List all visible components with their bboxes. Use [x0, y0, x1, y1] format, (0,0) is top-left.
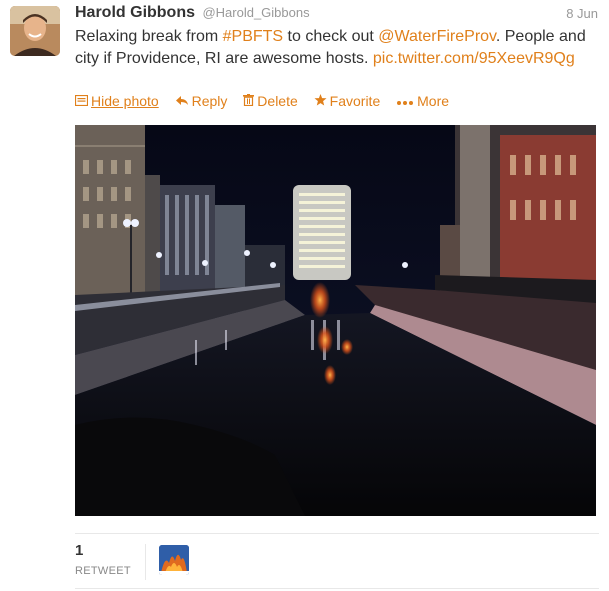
avatar-photo: [10, 6, 60, 56]
tweet-photo[interactable]: [75, 125, 596, 516]
author-username[interactable]: @Harold_Gibbons: [202, 5, 309, 20]
reply-button[interactable]: Reply: [175, 93, 228, 109]
delete-label: Delete: [257, 93, 298, 109]
favorite-button[interactable]: Favorite: [314, 93, 381, 109]
tweet-header: Harold Gibbons @Harold_Gibbons 8 Jun: [75, 4, 600, 26]
stats-separator: [145, 544, 146, 580]
hashtag-link[interactable]: #PBFTS: [223, 28, 283, 45]
reply-label: Reply: [191, 93, 228, 109]
canal-night-photo: [75, 125, 596, 516]
tweet-text-part: Relaxing break from: [75, 28, 223, 45]
mention-link[interactable]: @WaterFireProv: [378, 28, 496, 45]
more-label: More: [417, 93, 450, 109]
photo-icon: [74, 94, 89, 109]
tweet: Harold Gibbons @Harold_Gibbons 8 Jun Rel…: [0, 0, 609, 591]
trash-icon: [243, 94, 255, 109]
retweeter-avatar[interactable]: [159, 545, 189, 575]
delete-button[interactable]: Delete: [243, 93, 298, 109]
retweet-label: RETWEET: [75, 565, 131, 577]
tweet-actions: Hide photo Reply Delete Favorite More: [74, 93, 461, 111]
tweet-text-part: to check out: [283, 28, 379, 45]
divider-bottom: [75, 588, 599, 589]
more-button[interactable]: More: [396, 93, 449, 109]
reply-arrow-icon: [175, 94, 189, 109]
retweeter-avatar-image: [159, 545, 189, 575]
favorite-label: Favorite: [329, 93, 381, 109]
star-icon: [314, 94, 327, 109]
author-avatar[interactable]: [10, 6, 60, 56]
hide-photo-label: Hide photo: [91, 93, 159, 109]
hide-photo-button[interactable]: Hide photo: [74, 93, 159, 109]
tweet-text: Relaxing break from #PBFTS to check out …: [75, 26, 603, 70]
ellipsis-icon: [396, 94, 414, 109]
pic-link[interactable]: pic.twitter.com/95XeevR9Qg: [373, 50, 575, 67]
divider-top: [75, 533, 599, 534]
author-fullname[interactable]: Harold Gibbons: [75, 4, 195, 21]
tweet-timestamp[interactable]: 8 Jun: [566, 6, 598, 21]
retweet-count[interactable]: 1: [75, 542, 83, 559]
